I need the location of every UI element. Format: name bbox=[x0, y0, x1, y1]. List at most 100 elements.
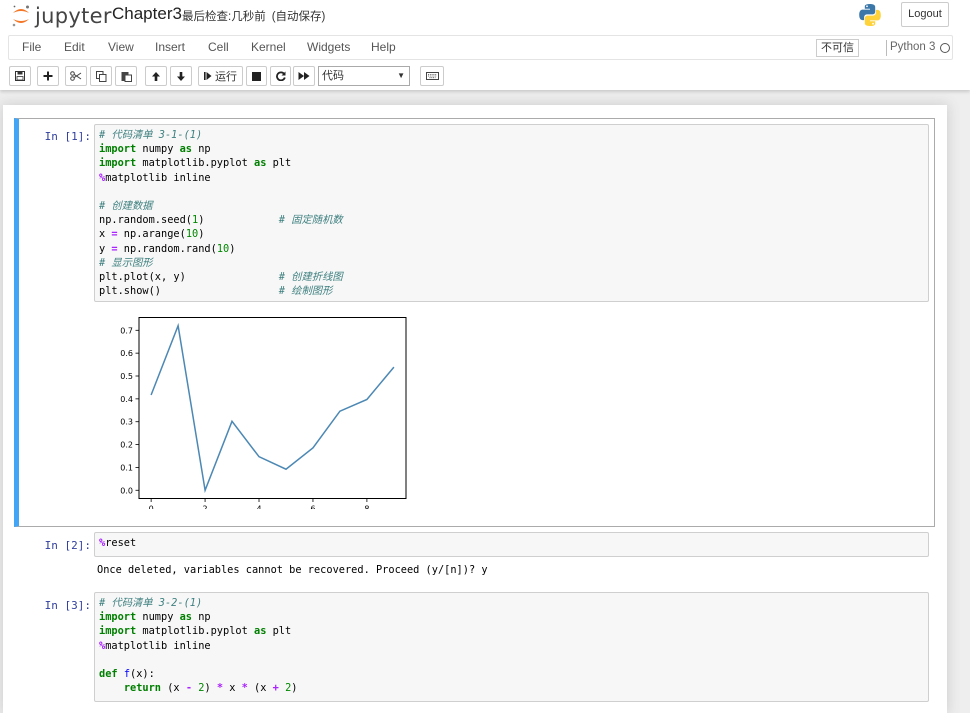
scissors-icon bbox=[70, 71, 82, 81]
code-comment: # 绘制图形 bbox=[278, 285, 333, 298]
cell-prompt: In [1]: bbox=[44, 130, 91, 143]
run-button[interactable]: 运行 bbox=[198, 66, 243, 86]
code-token: % bbox=[99, 171, 106, 184]
code-cell-3[interactable]: In [3]: # 代码清单 3-2-(1) import numpy as n… bbox=[14, 588, 935, 713]
cell-prompt: In [3]: bbox=[44, 599, 91, 612]
y-tick-label: 0.5 bbox=[120, 372, 133, 381]
code-input[interactable]: # 代码清单 3-1-(1) import numpy as np import… bbox=[94, 124, 929, 302]
y-tick-label: 0.4 bbox=[120, 395, 133, 404]
code-input[interactable]: # 代码清单 3-2-(1) import numpy as np import… bbox=[94, 592, 929, 702]
code-text: # 代码清单 3-2-(1) import numpy as np import… bbox=[99, 597, 298, 695]
checkpoint-label: 最后检查: bbox=[182, 11, 232, 23]
code-line: # 代码清单 3-1-(1) bbox=[99, 129, 203, 141]
paste-button[interactable] bbox=[115, 66, 137, 86]
plus-icon bbox=[43, 71, 53, 81]
jupyter-logo[interactable]: jupyter bbox=[11, 3, 112, 29]
logo-text: jupyter bbox=[35, 4, 112, 28]
code-token: * bbox=[216, 682, 224, 695]
code-comment: 固定随机数 bbox=[285, 214, 343, 227]
code-token: 10 bbox=[185, 228, 199, 241]
fast-forward-icon bbox=[298, 72, 310, 80]
menubar: File Edit View Insert Cell Kernel Widget… bbox=[8, 35, 953, 60]
code-token: as bbox=[254, 157, 267, 170]
code-token: import bbox=[99, 611, 137, 624]
header: jupyter Chapter3 最后检查:几秒前 (自动保存) Logout F… bbox=[0, 0, 970, 90]
plot-frame bbox=[138, 317, 407, 499]
code-token: import bbox=[99, 157, 137, 170]
code-comment: # 创建折线图 bbox=[278, 271, 343, 284]
code-token: 2 bbox=[198, 682, 205, 695]
logout-button[interactable]: Logout bbox=[901, 2, 949, 27]
copy-button[interactable] bbox=[90, 66, 112, 86]
checkpoint-status: 最后检查:几秒前 (自动保存) bbox=[182, 8, 325, 24]
line-chart: 0 2 4 6 8 0.0 0.1 0.2 0.3 0.4 0.5 0.6 0.7 bbox=[120, 317, 407, 510]
code-token: as bbox=[179, 611, 193, 624]
code-token: + bbox=[272, 682, 279, 695]
code-token: import bbox=[99, 625, 137, 638]
x-tick-label: 0 bbox=[149, 505, 154, 510]
copy-icon bbox=[95, 70, 106, 82]
step-forward-icon bbox=[204, 72, 212, 80]
menu-help[interactable]: Help bbox=[371, 40, 396, 54]
y-tick-label: 0.1 bbox=[120, 463, 133, 472]
notebook-name[interactable]: Chapter3 bbox=[112, 4, 182, 24]
toolbar: 运行 代码 ▼ bbox=[0, 63, 970, 87]
arrow-down-icon bbox=[177, 71, 185, 81]
code-token: % bbox=[99, 639, 106, 652]
x-tick-label: 6 bbox=[310, 505, 315, 510]
keyboard-icon bbox=[425, 72, 439, 80]
code-text: %reset bbox=[99, 537, 137, 549]
code-line: # 显示图形 bbox=[99, 256, 153, 269]
code-token: - bbox=[185, 682, 193, 695]
cell-prompt: In [2]: bbox=[44, 539, 91, 552]
code-token: % bbox=[99, 537, 106, 549]
code-token: return bbox=[123, 682, 162, 695]
save-button[interactable] bbox=[9, 66, 31, 86]
insert-cell-button[interactable] bbox=[37, 66, 59, 86]
y-tick-label: 0.7 bbox=[120, 326, 133, 335]
cell-type-select[interactable]: 代码 ▼ bbox=[318, 66, 410, 86]
code-token: 2 bbox=[285, 682, 292, 695]
x-tick-label: 4 bbox=[256, 505, 261, 510]
dropdown-arrow-icon: ▼ bbox=[397, 71, 405, 80]
kernel-separator bbox=[886, 40, 887, 56]
code-token: import bbox=[99, 143, 137, 156]
autosave-status: (自动保存) bbox=[271, 11, 326, 23]
notebook-container: In [1]: # 代码清单 3-1-(1) import numpy as n… bbox=[3, 105, 947, 713]
command-palette-button[interactable] bbox=[420, 66, 444, 86]
move-down-button[interactable] bbox=[170, 66, 192, 86]
menu-file[interactable]: File bbox=[22, 40, 41, 54]
code-token: 1 bbox=[192, 214, 199, 227]
restart-icon bbox=[275, 71, 286, 81]
x-tick-label: 2 bbox=[203, 505, 208, 510]
code-cell-1[interactable]: In [1]: # 代码清单 3-1-(1) import numpy as n… bbox=[14, 118, 935, 527]
menu-widgets[interactable]: Widgets bbox=[307, 40, 350, 54]
menu-insert[interactable]: Insert bbox=[155, 40, 185, 54]
trusted-indicator[interactable]: 不可信 bbox=[816, 39, 859, 57]
stop-icon bbox=[252, 71, 261, 81]
code-token: def bbox=[99, 668, 118, 681]
code-cell-2[interactable]: In [2]: %reset Once deleted, variables c… bbox=[14, 530, 935, 585]
y-tick-label: 0.0 bbox=[120, 486, 133, 495]
code-token: 10 bbox=[216, 242, 230, 255]
cell-output: Once deleted, variables cannot be recove… bbox=[97, 564, 488, 576]
cut-button[interactable] bbox=[65, 66, 87, 86]
y-tick-label: 0.2 bbox=[120, 441, 133, 450]
move-up-button[interactable] bbox=[145, 66, 167, 86]
run-label: 运行 bbox=[215, 71, 237, 83]
code-input[interactable]: %reset bbox=[94, 532, 929, 557]
menu-cell[interactable]: Cell bbox=[208, 40, 229, 54]
menu-edit[interactable]: Edit bbox=[64, 40, 85, 54]
arrow-up-icon bbox=[152, 71, 160, 81]
code-line: # 创建数据 bbox=[99, 200, 153, 213]
interrupt-button[interactable] bbox=[246, 66, 267, 86]
restart-run-all-button[interactable] bbox=[293, 66, 315, 86]
code-line: # 代码清单 3-2-(1) bbox=[99, 597, 203, 609]
cell-type-value: 代码 bbox=[322, 70, 344, 82]
x-tick-label: 8 bbox=[364, 505, 369, 510]
menu-view[interactable]: View bbox=[108, 40, 134, 54]
code-token: = bbox=[111, 242, 118, 255]
restart-button[interactable] bbox=[270, 66, 291, 86]
save-icon bbox=[15, 71, 25, 81]
menu-kernel[interactable]: Kernel bbox=[251, 40, 286, 54]
